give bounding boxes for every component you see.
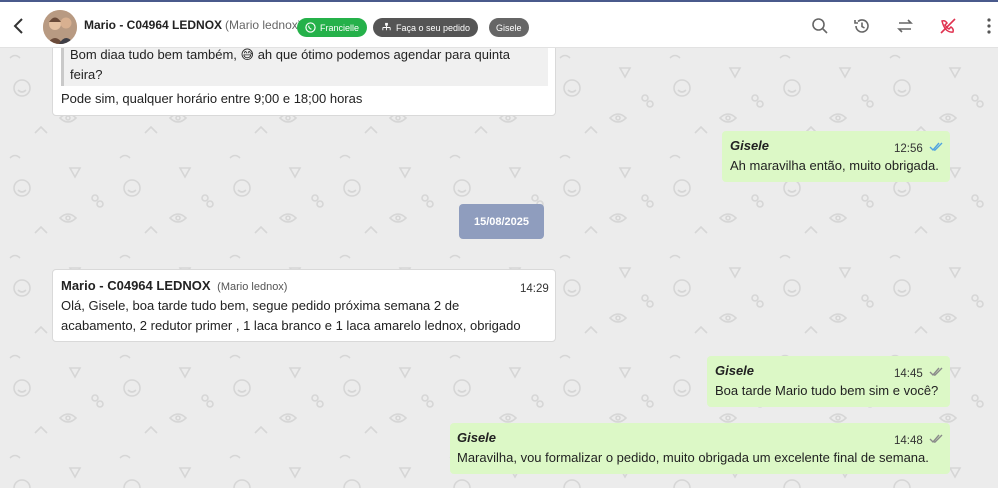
whatsapp-icon: [305, 22, 316, 33]
quoted-message[interactable]: Bom diaa tudo bem também, 😅 ah que ótimo…: [61, 48, 548, 86]
message-incoming-1[interactable]: Bom diaa tudo bem também, 😅 ah que ótimo…: [52, 48, 556, 116]
whatsapp-tag[interactable]: Francielle: [297, 18, 368, 37]
message-incoming-2[interactable]: Mario - C04964 LEDNOX (Mario lednox) 14:…: [52, 269, 556, 342]
message-sender: Gisele: [457, 430, 497, 445]
message-text: Maravilha, vou formalizar o pedido, muit…: [457, 450, 929, 465]
message-outgoing-3[interactable]: Gisele 14:48 Maravilha, vou formalizar o…: [450, 423, 950, 474]
message-text: Ah maravilha então, muito obrigada.: [730, 158, 939, 173]
message-outgoing-2[interactable]: Gisele 14:45 Boa tarde Mario tudo bem si…: [707, 356, 950, 407]
read-ticks-icon: [929, 142, 943, 152]
message-sender-alias: (Mario lednox): [217, 281, 288, 293]
message-text-line-2: acabamento, 2 redutor primer , 1 laca br…: [61, 318, 521, 333]
quoted-line-1: Bom diaa tudo bem também, 😅 ah que ótimo…: [70, 48, 510, 62]
order-tag[interactable]: Faça o seu pedido: [373, 18, 479, 37]
search-icon[interactable]: [811, 17, 829, 35]
chat-background: Bom diaa tudo bem também, 😅 ah que ótimo…: [0, 48, 998, 488]
whatsapp-tag-label: Francielle: [320, 22, 360, 33]
more-options-icon[interactable]: [983, 17, 995, 35]
agent-tag[interactable]: Gisele: [489, 18, 529, 37]
contact-avatar[interactable]: [43, 10, 77, 44]
message-text-line-1: Olá, Gisele, boa tarde tudo bem, segue p…: [61, 298, 460, 313]
back-arrow-icon[interactable]: [10, 16, 28, 36]
message-text: Pode sim, qualquer horário entre 9;00 e …: [61, 91, 363, 106]
order-tag-label: Faça o seu pedido: [396, 22, 471, 33]
contact-name-text: Mario - C04964 LEDNOX: [84, 18, 223, 32]
message-sender: Gisele: [730, 138, 770, 153]
date-divider: 15/08/2025: [459, 204, 544, 239]
message-outgoing-1[interactable]: Gisele 12:56 Ah maravilha então, muito o…: [722, 131, 950, 182]
message-sender: Gisele: [715, 363, 755, 378]
contact-alias: (Mario lednox): [225, 18, 302, 32]
history-icon[interactable]: [853, 17, 871, 35]
chat-header: Mario - C04964 LEDNOX (Mario lednox) Fran…: [0, 0, 998, 48]
delivered-ticks-icon: [929, 434, 943, 444]
delivered-ticks-icon: [929, 367, 943, 377]
transfer-icon[interactable]: [896, 17, 914, 35]
message-text: Boa tarde Mario tudo bem sim e você?: [715, 383, 939, 398]
message-header: Mario - C04964 LEDNOX (Mario lednox): [61, 276, 287, 297]
message-sender: Mario - C04964 LEDNOX: [61, 278, 211, 293]
close-conversation-icon[interactable]: [939, 17, 957, 35]
contact-name[interactable]: Mario - C04964 LEDNOX (Mario lednox): [84, 18, 302, 32]
message-time: 14:29: [520, 283, 549, 295]
quoted-line-2: feira?: [70, 67, 103, 82]
sitemap-icon: [382, 22, 391, 31]
avatar-photo: [43, 10, 77, 44]
